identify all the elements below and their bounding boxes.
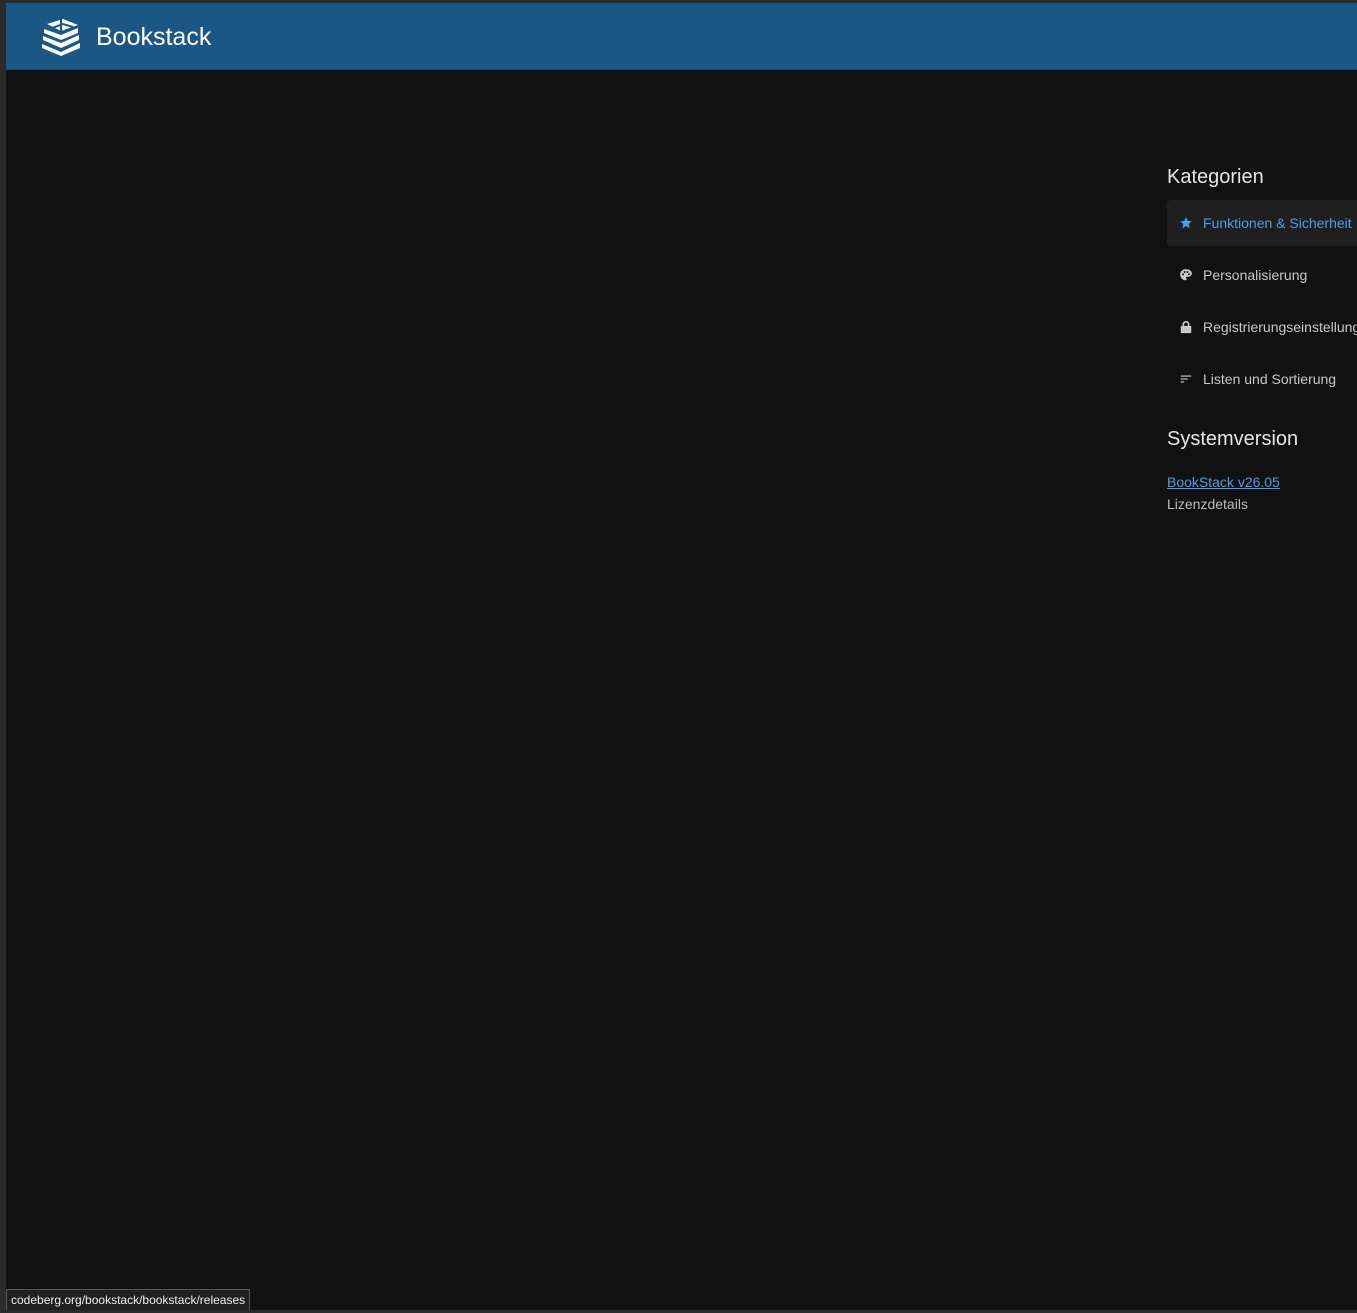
application-window: Bookstack Kategorien Funktionen & Sicher… [6,3,1357,1310]
bookstack-logo-icon [42,19,80,56]
settings-sidebar: Kategorien Funktionen & Sicherheit Perso… [1167,163,1357,514]
category-label: Registrierungseinstellung [1203,319,1357,335]
category-label: Personalisierung [1203,267,1308,283]
categories-heading: Kategorien [1167,166,1264,188]
license-details-link[interactable]: Lizenzdetails [1167,494,1357,514]
sort-icon [1180,375,1192,383]
bookstack-version-link[interactable]: BookStack v26.05 [1167,472,1280,492]
category-list: Funktionen & Sicherheit Personalisierung… [1167,200,1357,402]
category-label: Funktionen & Sicherheit [1203,215,1352,231]
category-sorting[interactable]: Listen und Sortierung [1167,356,1357,402]
star-icon [1180,217,1192,229]
category-registration[interactable]: Registrierungseinstellung [1167,304,1357,350]
category-label: Listen und Sortierung [1203,371,1337,387]
app-name: Bookstack [96,23,212,51]
lock-icon [1180,320,1192,334]
palette-icon [1180,269,1192,281]
browser-status-url: codeberg.org/bookstack/bookstack/release… [6,1289,251,1310]
category-features-security[interactable]: Funktionen & Sicherheit [1167,200,1357,246]
top-header: Bookstack [6,3,1357,70]
system-version-heading: Systemversion [1167,428,1299,450]
category-customization[interactable]: Personalisierung [1167,252,1357,298]
home-brand-link[interactable]: Bookstack [39,15,211,59]
